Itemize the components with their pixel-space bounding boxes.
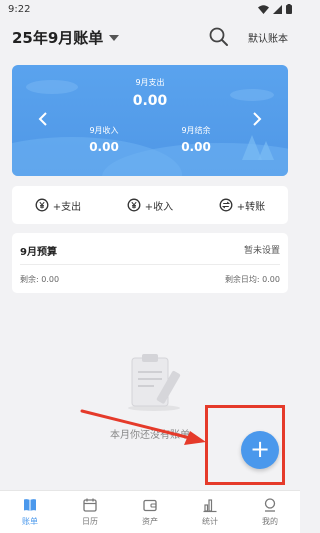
bill-icon <box>24 499 36 511</box>
signal-icon <box>273 4 282 14</box>
empty-clipboard-icon <box>128 354 181 411</box>
tab-bills-label: 账单 <box>22 517 38 526</box>
budget-card[interactable]: 9月预算 暂未设置 剩余: 0.00 剩余日均: 0.00 <box>12 233 288 293</box>
chevron-right-icon[interactable] <box>250 111 264 127</box>
tab-statistics[interactable]: 统计 <box>180 491 240 533</box>
expense-icon <box>35 198 49 212</box>
transfer-icon <box>219 198 233 212</box>
budget-daily-remaining: 剩余日均: 0.00 <box>224 275 280 284</box>
balance-value: 0.00 <box>181 140 211 154</box>
add-expense-button[interactable]: +支出 <box>35 198 81 213</box>
quick-actions: +支出 +收入 +转账 <box>12 186 288 224</box>
plus-icon: + <box>249 435 271 463</box>
tab-assets-label: 资产 <box>142 517 158 526</box>
wallet-icon <box>143 499 157 512</box>
tab-profile-label: 我的 <box>262 517 278 526</box>
income-icon <box>127 198 141 212</box>
tab-assets[interactable]: 资产 <box>120 491 180 533</box>
wifi-icon <box>258 4 269 14</box>
month-selector[interactable]: 25年9月账单 <box>12 27 120 48</box>
profile-icon <box>264 498 276 512</box>
annotation-arrow <box>80 409 206 445</box>
budget-status[interactable]: 暂未设置 <box>244 243 280 256</box>
add-expense-label: +支出 <box>52 201 82 213</box>
budget-remaining: 剩余: 0.00 <box>20 275 60 284</box>
ledger-switch[interactable]: 默认账本 <box>248 30 288 45</box>
tab-calendar[interactable]: 日历 <box>60 491 120 533</box>
expense-value: 0.00 <box>132 93 168 109</box>
tab-profile[interactable]: 我的 <box>240 491 300 533</box>
add-income-button[interactable]: +收入 <box>127 198 173 213</box>
add-transfer-button[interactable]: +转账 <box>219 198 265 213</box>
status-bar: 9:22 <box>0 0 300 18</box>
battery-icon <box>286 4 292 14</box>
chart-icon <box>203 499 217 513</box>
add-income-label: +收入 <box>144 201 174 213</box>
status-time: 9:22 <box>8 3 31 15</box>
calendar-icon <box>83 498 97 512</box>
balance-label: 9月结余 <box>181 126 211 135</box>
income-value: 0.00 <box>89 140 119 154</box>
header: 25年9月账单 默认账本 <box>0 22 300 52</box>
summary-card: 9月支出 0.00 9月收入 0.00 9月结余 0.00 <box>12 65 288 176</box>
chevron-left-icon[interactable] <box>36 111 50 127</box>
caret-down-icon <box>109 35 120 41</box>
budget-title: 9月预算 <box>20 247 57 258</box>
tab-calendar-label: 日历 <box>82 517 98 526</box>
bottom-tab-bar: 账单 日历 资产 统计 我的 <box>0 490 300 533</box>
add-transfer-label: +转账 <box>236 201 266 213</box>
add-bill-fab[interactable]: + <box>241 431 279 469</box>
tab-statistics-label: 统计 <box>202 517 218 526</box>
budget-divider <box>20 264 280 265</box>
income-label: 9月收入 <box>89 126 119 135</box>
expense-label: 9月支出 <box>135 78 165 87</box>
tab-bills[interactable]: 账单 <box>0 491 60 533</box>
page-title: 25年9月账单 <box>12 28 104 47</box>
search-icon[interactable] <box>208 26 230 48</box>
status-icons <box>258 4 292 14</box>
